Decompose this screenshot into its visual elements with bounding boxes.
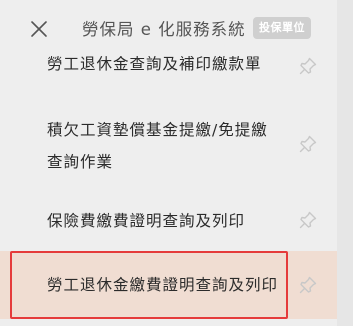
pin-icon[interactable] — [298, 210, 318, 230]
menu-item-premium-payment-certificate[interactable]: 保險費繳費證明查詢及列印 — [0, 195, 337, 245]
menu-item-label: 保險費繳費證明查詢及列印 — [47, 212, 246, 230]
role-badge: 投保單位 — [253, 17, 311, 39]
pin-icon[interactable] — [298, 56, 318, 76]
app-title: 勞保局 e 化服務系統 — [82, 20, 246, 39]
menu-item-pension-payment-certificate[interactable]: 勞工退休金繳費證明查詢及列印 — [0, 251, 337, 319]
menu-item-label: 勞工退休金繳費證明查詢及列印 — [47, 276, 279, 294]
pin-icon[interactable] — [298, 134, 318, 154]
menu-item-label: 積欠工資墊償基金提繳/免提繳查詢作業 — [47, 121, 268, 171]
scrollbar-track[interactable] — [337, 0, 353, 326]
menu-item-wage-arrears-fund[interactable]: 積欠工資墊償基金提繳/免提繳查詢作業 — [0, 100, 337, 188]
header: 勞保局 e 化服務系統 投保單位 — [0, 0, 337, 56]
pin-icon[interactable] — [298, 275, 318, 295]
close-icon[interactable] — [28, 18, 50, 40]
